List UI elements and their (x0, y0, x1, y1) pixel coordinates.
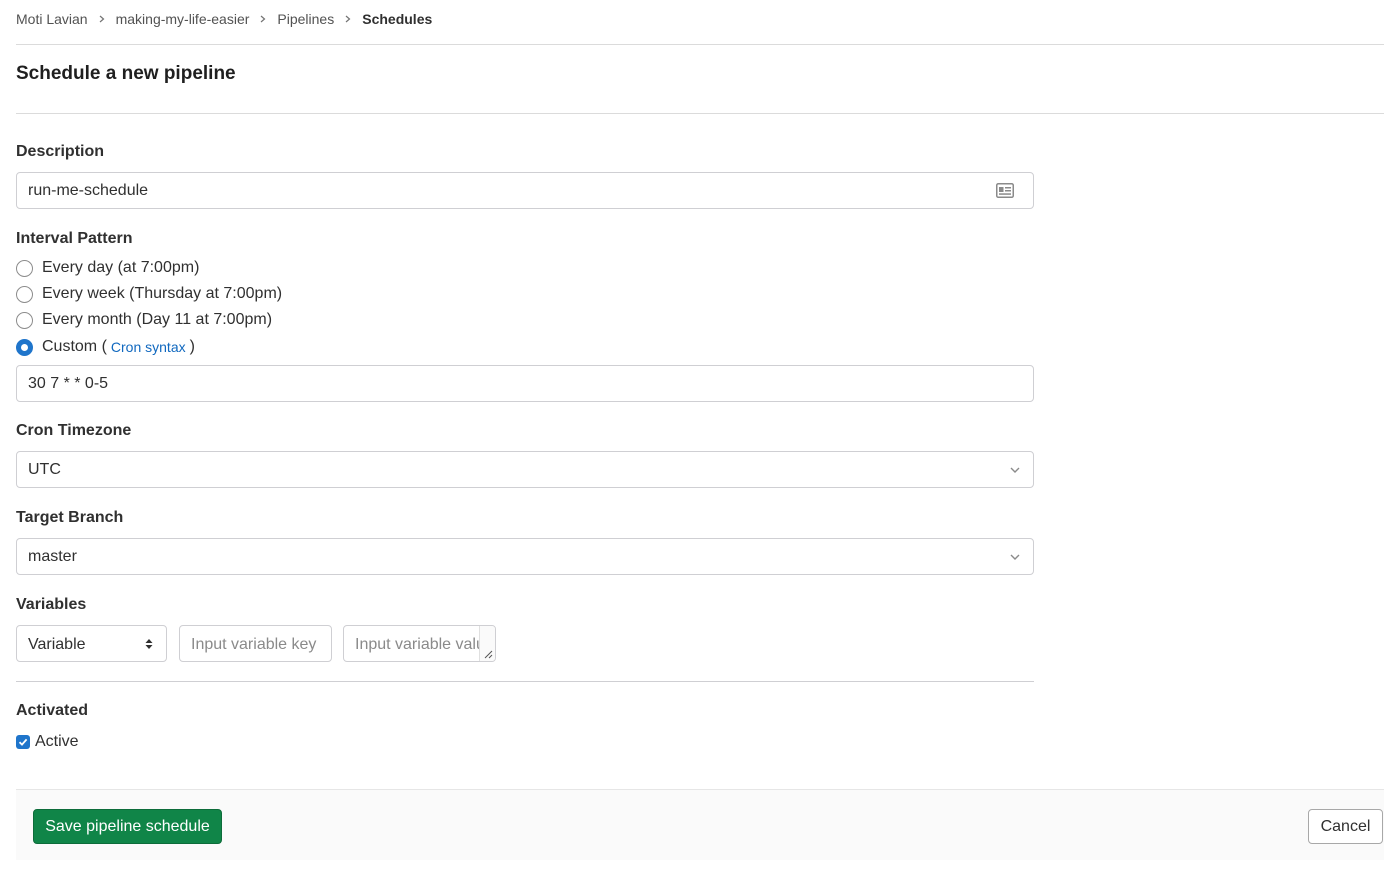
interval-option-daily[interactable]: Every day (at 7:00pm) (16, 258, 199, 278)
description-value: run-me-schedule (28, 182, 149, 199)
chevron-right-icon (258, 14, 268, 24)
chevron-right-icon (343, 14, 353, 24)
cron-timezone-label: Cron Timezone (16, 422, 132, 439)
variables-divider (16, 681, 1034, 682)
custom-suffix: ) (189, 338, 195, 355)
timezone-value: UTC (28, 461, 61, 478)
radio-button[interactable] (16, 311, 33, 329)
variable-type-value: Variable (28, 636, 86, 653)
interval-option-label: Every day (at 7:00pm) (42, 259, 200, 276)
interval-option-weekly[interactable]: Every week (Thursday at 7:00pm) (16, 284, 282, 304)
active-checkbox[interactable] (16, 735, 30, 749)
active-checkbox-row[interactable]: Active (16, 733, 79, 751)
breadcrumb-item-pipelines[interactable]: Pipelines (277, 11, 334, 27)
description-label: Description (16, 143, 105, 160)
target-branch-dropdown[interactable]: master (16, 538, 1034, 575)
interval-option-custom[interactable]: Custom ( Cron syntax ) (16, 337, 195, 357)
cancel-button[interactable]: Cancel (1308, 809, 1383, 844)
description-input[interactable]: run-me-schedule (16, 172, 1034, 209)
resize-grip-icon[interactable] (483, 649, 493, 659)
variable-value-textarea[interactable]: Input variable value (343, 625, 496, 662)
checkmark-icon (18, 738, 28, 746)
radio-button[interactable] (16, 259, 33, 277)
save-pipeline-schedule-button[interactable]: Save pipeline schedule (33, 809, 222, 844)
chevron-down-icon (1010, 554, 1020, 560)
radio-button[interactable] (16, 285, 33, 303)
variable-type-select[interactable]: Variable (16, 625, 167, 662)
header-divider (16, 44, 1384, 45)
id-card-icon (996, 183, 1014, 198)
breadcrumb: Moti Lavian making-my-life-easier Pipeli… (16, 10, 432, 28)
interval-option-label: Custom ( (42, 338, 107, 355)
interval-option-monthly[interactable]: Every month (Day 11 at 7:00pm) (16, 310, 272, 330)
cron-pattern-value: 30 7 * * 0-5 (28, 375, 109, 392)
breadcrumb-item-user[interactable]: Moti Lavian (16, 11, 88, 27)
variable-key-placeholder: Input variable key (191, 636, 317, 653)
title-divider (16, 113, 1384, 114)
variable-value-placeholder: Input variable value (355, 636, 494, 653)
chevron-down-icon (1010, 467, 1020, 473)
variable-key-input[interactable]: Input variable key (179, 625, 332, 662)
interval-option-label: Every week (Thursday at 7:00pm) (42, 285, 283, 302)
target-branch-label: Target Branch (16, 509, 124, 526)
sort-updown-icon (145, 639, 153, 649)
chevron-right-icon (97, 14, 107, 24)
breadcrumb-item-project[interactable]: making-my-life-easier (116, 11, 250, 27)
radio-button-checked[interactable] (16, 338, 33, 356)
breadcrumb-item-schedules[interactable]: Schedules (362, 11, 432, 27)
activated-label: Activated (16, 702, 89, 719)
target-branch-value: master (28, 548, 77, 565)
cron-syntax-link[interactable]: Cron syntax (111, 339, 186, 355)
variables-label: Variables (16, 596, 87, 613)
active-checkbox-label: Active (35, 733, 79, 750)
form-actions-footer: Save pipeline schedule Cancel (16, 789, 1384, 860)
interval-option-label: Every month (Day 11 at 7:00pm) (42, 311, 273, 328)
cron-pattern-input[interactable]: 30 7 * * 0-5 (16, 365, 1034, 402)
interval-pattern-label: Interval Pattern (16, 230, 133, 247)
timezone-dropdown[interactable]: UTC (16, 451, 1034, 488)
page-title: Schedule a new pipeline (16, 63, 236, 84)
